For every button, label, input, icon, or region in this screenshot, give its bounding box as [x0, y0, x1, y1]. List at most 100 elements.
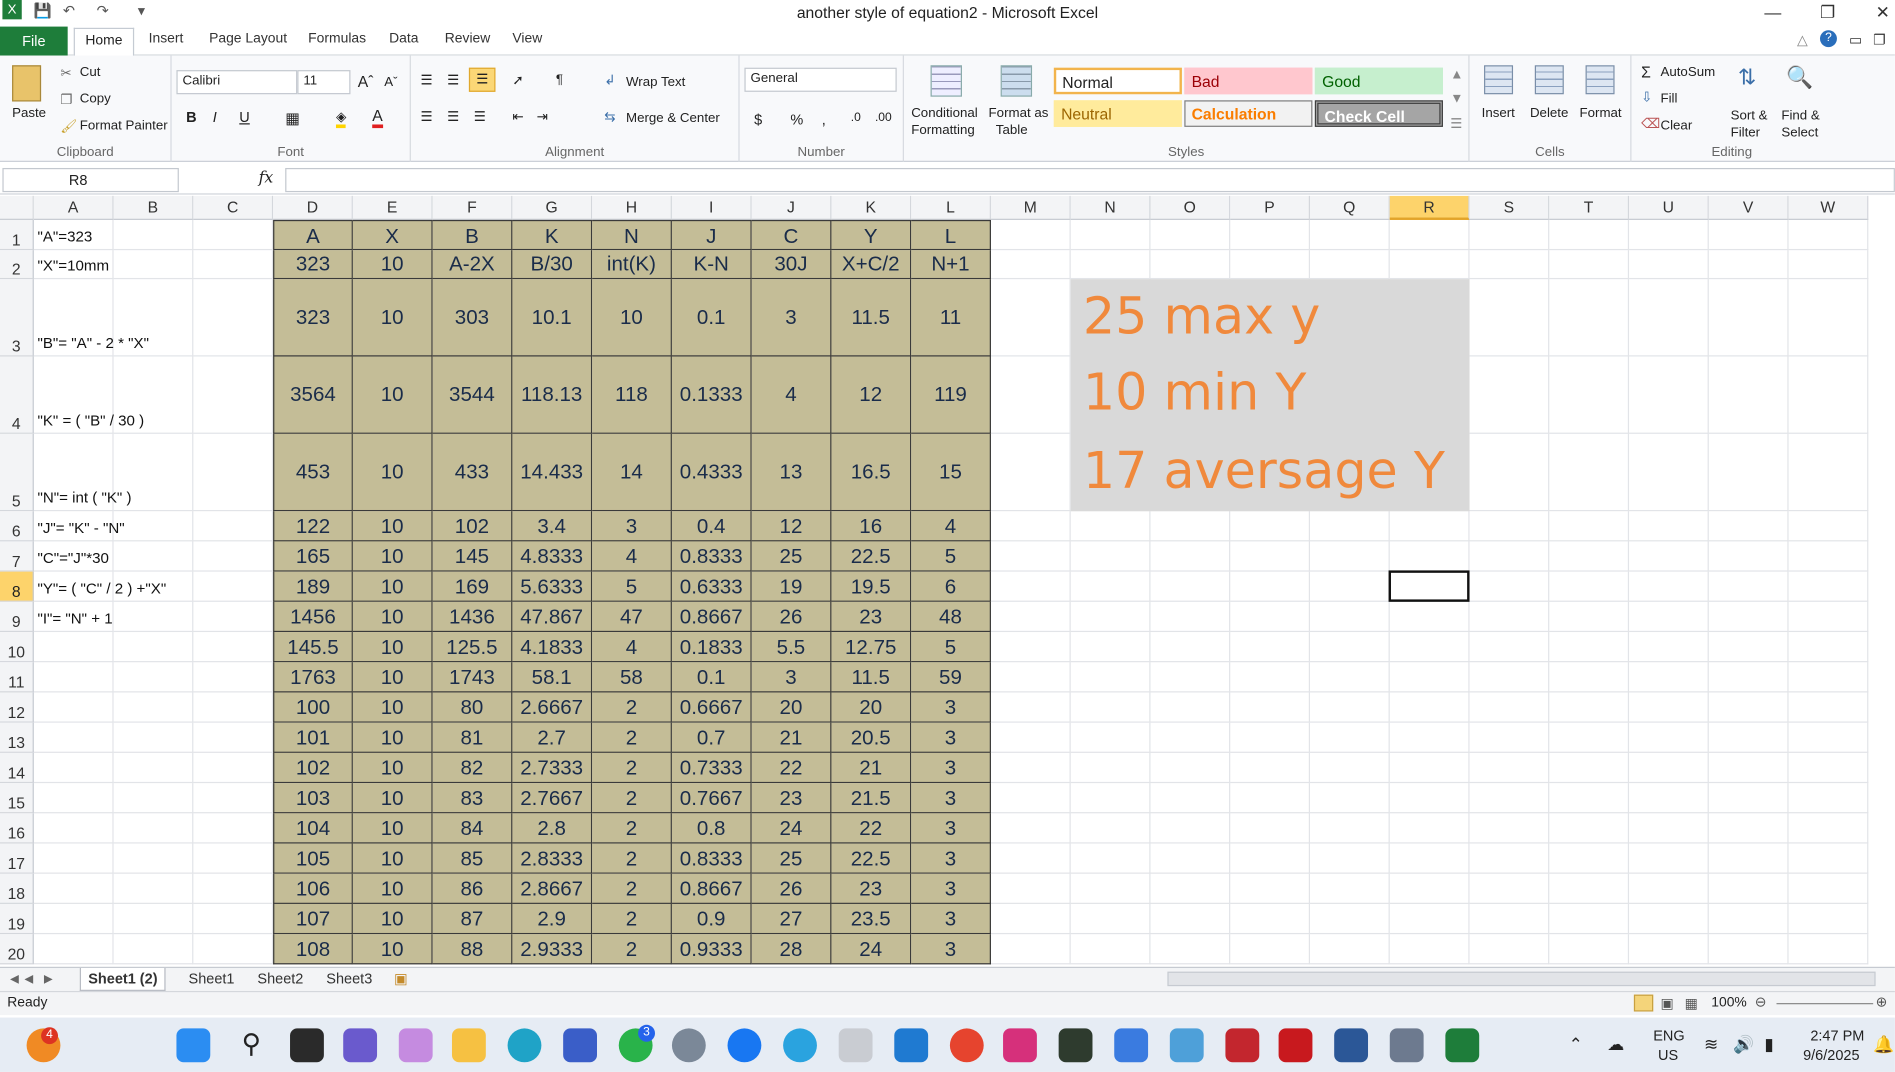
column-header-n[interactable]: N	[1070, 195, 1151, 220]
row-header-15[interactable]: 15	[0, 783, 34, 814]
cell[interactable]	[990, 632, 1071, 663]
table-cell[interactable]: 106	[273, 873, 353, 904]
table-cell[interactable]: 2.7667	[512, 783, 593, 814]
table-cell[interactable]: B	[432, 219, 513, 251]
cell[interactable]	[33, 632, 114, 663]
find-select-button[interactable]: Find &	[1781, 109, 1819, 124]
cell[interactable]	[1708, 722, 1789, 753]
sheet-tab-active[interactable]: Sheet1 (2)	[79, 968, 166, 991]
cell[interactable]	[1150, 722, 1231, 753]
cell[interactable]	[1549, 571, 1630, 602]
next-sheet-icon[interactable]: ►	[41, 968, 55, 991]
table-cell[interactable]: 0.1833	[671, 632, 752, 663]
page-layout-view-icon[interactable]: ▣	[1660, 995, 1673, 1012]
table-cell[interactable]: 88	[432, 934, 513, 965]
table-cell[interactable]: 22	[751, 752, 832, 784]
table-cell[interactable]: C	[751, 219, 832, 251]
percent-button[interactable]: %	[790, 111, 803, 128]
word-icon[interactable]	[1334, 1028, 1369, 1063]
cell[interactable]	[1389, 541, 1470, 572]
table-cell[interactable]: 26	[751, 601, 832, 633]
column-header-t[interactable]: T	[1549, 195, 1630, 220]
cell[interactable]	[193, 541, 274, 572]
cell[interactable]	[1469, 873, 1550, 904]
cell[interactable]	[990, 873, 1071, 904]
cell[interactable]	[193, 813, 274, 844]
cell[interactable]	[193, 601, 274, 633]
cell[interactable]	[1389, 722, 1470, 753]
cell[interactable]	[1310, 934, 1390, 965]
cell[interactable]	[1629, 722, 1709, 753]
cell[interactable]	[193, 692, 274, 723]
page-break-view-icon[interactable]: ▦	[1685, 995, 1698, 1012]
table-cell[interactable]: 5	[911, 541, 991, 572]
table-cell[interactable]: 81	[432, 722, 513, 753]
table-cell[interactable]: Y	[831, 219, 912, 251]
table-cell[interactable]: 26	[751, 873, 832, 904]
table-cell[interactable]: 102	[432, 511, 513, 542]
formula-note-cell[interactable]: "C"="J"*30	[34, 541, 114, 571]
table-cell[interactable]: 0.6667	[671, 692, 752, 723]
row-header-20[interactable]: 20	[0, 934, 34, 965]
table-cell[interactable]: 303	[432, 279, 513, 357]
row-header-5[interactable]: 5	[0, 433, 34, 512]
excel-taskbar-icon[interactable]	[1445, 1028, 1480, 1063]
row-header-1[interactable]: 1	[0, 219, 34, 251]
column-header-l[interactable]: L	[911, 195, 991, 220]
cell[interactable]	[1469, 813, 1550, 844]
table-cell[interactable]: 0.9333	[671, 934, 752, 965]
column-header-k[interactable]: K	[831, 195, 912, 220]
style-normal[interactable]: Normal	[1053, 67, 1182, 95]
cell[interactable]	[193, 934, 274, 965]
row-header-7[interactable]: 7	[0, 541, 34, 572]
normal-view-icon[interactable]	[1633, 994, 1654, 1012]
row-header-2[interactable]: 2	[0, 250, 34, 280]
cell[interactable]	[1708, 356, 1789, 434]
table-cell[interactable]: 27	[751, 903, 832, 935]
battery-icon[interactable]: ▮	[1764, 1034, 1773, 1055]
table-cell[interactable]: 10	[352, 873, 433, 904]
table-cell[interactable]: 3	[911, 692, 991, 723]
column-header-f[interactable]: F	[432, 195, 513, 220]
cell[interactable]	[1310, 601, 1390, 633]
table-cell[interactable]: 2	[592, 783, 672, 814]
table-cell[interactable]: 11	[911, 279, 991, 357]
table-cell[interactable]: 104	[273, 813, 353, 844]
cell[interactable]	[33, 783, 114, 814]
cell[interactable]	[1389, 813, 1470, 844]
table-cell[interactable]: N	[592, 219, 672, 251]
table-cell[interactable]: 24	[751, 813, 832, 844]
file-explorer-icon[interactable]	[451, 1028, 486, 1063]
cell[interactable]	[1070, 752, 1151, 784]
table-cell[interactable]: 4.1833	[512, 632, 593, 663]
cell[interactable]	[1469, 511, 1550, 542]
increase-decimal-icon[interactable]: .0	[851, 111, 861, 124]
cell[interactable]	[1708, 250, 1789, 280]
cell[interactable]	[1230, 632, 1311, 663]
column-header-w[interactable]: W	[1788, 195, 1869, 220]
table-cell[interactable]: 10	[352, 722, 433, 753]
cell[interactable]	[1150, 752, 1231, 784]
table-cell[interactable]: 23	[831, 873, 912, 904]
sheet-tab-sheet1[interactable]: Sheet1	[189, 968, 235, 991]
clock-time[interactable]: 2:47 PM	[1810, 1027, 1864, 1044]
cell[interactable]	[1230, 692, 1311, 723]
cell[interactable]	[1469, 250, 1550, 280]
app-e-icon[interactable]	[1058, 1028, 1093, 1063]
cell[interactable]	[1788, 511, 1869, 542]
row-header-8[interactable]: 8	[0, 571, 34, 602]
table-cell[interactable]: 3	[911, 752, 991, 784]
new-sheet-icon[interactable]: ▣	[394, 968, 408, 991]
cell[interactable]	[193, 511, 274, 542]
cell[interactable]	[1469, 356, 1550, 434]
cell[interactable]	[1549, 662, 1630, 693]
cell[interactable]	[990, 219, 1071, 251]
row-header-4[interactable]: 4	[0, 356, 34, 434]
cell[interactable]	[193, 433, 274, 512]
table-cell[interactable]: 10	[352, 813, 433, 844]
cell[interactable]	[193, 279, 274, 357]
cell[interactable]	[33, 813, 114, 844]
cell[interactable]	[1230, 601, 1311, 633]
table-cell[interactable]: 108	[273, 934, 353, 965]
fill-button[interactable]: Fill	[1660, 92, 1677, 107]
